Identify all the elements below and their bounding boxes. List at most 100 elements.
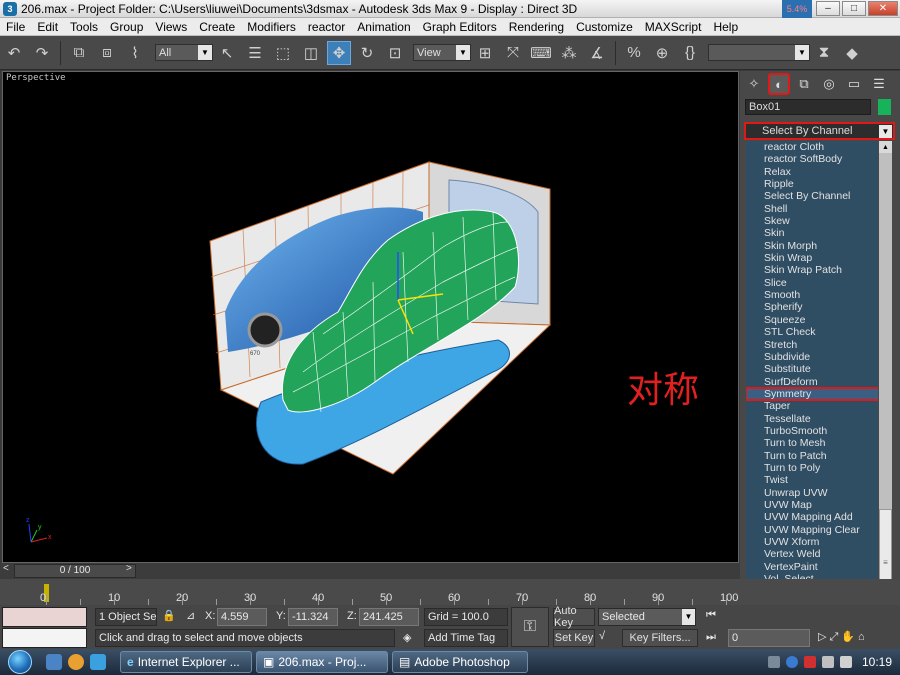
redo-icon[interactable]: ↷	[30, 41, 54, 65]
modifier-item[interactable]: Substitute	[746, 363, 878, 375]
3dsmax-app-icon[interactable]: 3	[3, 1, 17, 16]
modifier-item[interactable]: Smooth	[746, 289, 878, 301]
modifier-item[interactable]: Shell	[746, 203, 878, 215]
select-and-scale-icon[interactable]: ⊡	[383, 41, 407, 65]
modifier-item[interactable]: Select By Channel	[746, 190, 878, 202]
absolute-mode-icon[interactable]: ⊿	[186, 609, 195, 622]
menu-views[interactable]: Views	[149, 20, 193, 34]
volume-icon[interactable]	[839, 656, 852, 668]
current-frame-field[interactable]: 0	[728, 629, 810, 647]
align-icon[interactable]: ◆	[840, 41, 864, 65]
reference-coordinate-dropdown[interactable]: View ▼	[413, 44, 471, 61]
modifier-item[interactable]: Slice	[746, 277, 878, 289]
pivot-center-icon[interactable]: ⊞	[473, 41, 497, 65]
keyboard-icon[interactable]	[767, 656, 780, 668]
create-tab-icon[interactable]: ✧	[743, 73, 765, 95]
modifier-item[interactable]: Subdivide	[746, 351, 878, 363]
set-keys-icon[interactable]: √	[599, 630, 605, 642]
modifier-item[interactable]: reactor Cloth	[746, 141, 878, 153]
modify-tab-icon[interactable]: ◐	[768, 73, 790, 95]
manipulate-icon[interactable]: ⤧	[501, 41, 525, 65]
y-coordinate-field[interactable]: -11.324	[288, 608, 338, 626]
goto-start-icon[interactable]: ⏮	[706, 609, 716, 622]
modifier-list-scrollbar[interactable]: ▲ ≡ ▼	[879, 141, 892, 627]
select-and-rotate-icon[interactable]: ↻	[355, 41, 379, 65]
select-object-icon[interactable]: ↖	[215, 41, 239, 65]
z-coordinate-field[interactable]: 241.425	[359, 608, 419, 626]
modifier-item[interactable]: VertexPaint	[746, 561, 878, 573]
motion-tab-icon[interactable]: ◎	[818, 73, 840, 95]
modifier-item[interactable]: STL Check	[746, 326, 878, 338]
modifier-item[interactable]: Stretch	[746, 339, 878, 351]
menu-edit[interactable]: Edit	[31, 20, 64, 34]
time-slider[interactable]: < 0 / 100 >	[0, 563, 740, 579]
keyboard-shortcut-override-icon[interactable]: ⌨	[529, 41, 553, 65]
modifier-item[interactable]: Tessellate	[746, 413, 878, 425]
modifier-item[interactable]: Turn to Mesh	[746, 437, 878, 449]
key-filters-button[interactable]: Key Filters...	[622, 629, 698, 647]
next-frame-arrow[interactable]: >	[126, 563, 132, 574]
modifier-item[interactable]: Skin	[746, 227, 878, 239]
scroll-up-icon[interactable]: ▲	[879, 141, 892, 153]
menu-animation[interactable]: Animation	[351, 20, 416, 34]
mirror-icon[interactable]: ⧗	[812, 41, 836, 65]
edit-named-selection-icon[interactable]: {}	[678, 41, 702, 65]
help-icon[interactable]	[785, 656, 798, 668]
named-selection-sets-dropdown[interactable]: ▼	[708, 44, 810, 61]
select-and-move-icon[interactable]: ✥	[327, 40, 351, 65]
quicklaunch-app-icon[interactable]	[68, 654, 84, 670]
modifier-item[interactable]: Squeeze	[746, 314, 878, 326]
modifier-item[interactable]: Skin Wrap Patch	[746, 264, 878, 276]
menu-graph-editors[interactable]: Graph Editors	[417, 20, 503, 34]
object-name-field[interactable]: Box01	[745, 99, 871, 115]
auto-key-button[interactable]: Auto Key	[553, 605, 595, 629]
selection-region-icon[interactable]: ⬚	[271, 41, 295, 65]
task-3dsmax[interactable]: ▣ 206.max - Proj...	[256, 651, 388, 673]
modifier-list-dropdown[interactable]: Select By Channel ▼	[744, 122, 895, 140]
maximize-button[interactable]: □	[842, 1, 866, 16]
select-by-name-icon[interactable]: ☰	[243, 41, 267, 65]
lock-icon[interactable]: 🔒	[162, 609, 176, 622]
key-mode-toggle-icon[interactable]: ⏭	[706, 631, 716, 644]
task-internet-explorer[interactable]: e Internet Explorer ...	[120, 651, 252, 673]
time-tag-icon[interactable]: ◈	[403, 631, 411, 644]
display-tab-icon[interactable]: ▭	[843, 73, 865, 95]
task-photoshop[interactable]: ▤ Adobe Photoshop	[392, 651, 528, 673]
modifier-item[interactable]: Twist	[746, 474, 878, 486]
select-and-link-icon[interactable]: ⧉	[67, 41, 91, 65]
viewport-nav-icons[interactable]: ▷⤢✋⌂	[818, 630, 868, 644]
security-icon[interactable]	[803, 656, 816, 668]
modifier-item[interactable]: Skew	[746, 215, 878, 227]
menu-tools[interactable]: Tools	[64, 20, 104, 34]
time-slider-thumb[interactable]: 0 / 100	[14, 564, 136, 578]
prev-frame-arrow[interactable]: <	[3, 563, 9, 574]
modifier-item[interactable]: Spherify	[746, 301, 878, 313]
modifier-item[interactable]: Ripple	[746, 178, 878, 190]
set-key-button[interactable]: Set Key	[553, 629, 595, 647]
menu-help[interactable]: Help	[707, 20, 744, 34]
clock[interactable]: 10:19	[862, 655, 892, 669]
menu-modifiers[interactable]: Modifiers	[241, 20, 302, 34]
modifier-item[interactable]: Skin Morph	[746, 240, 878, 252]
menu-file[interactable]: File	[0, 20, 31, 34]
window-crossing-icon[interactable]: ◫	[299, 41, 323, 65]
perspective-viewport[interactable]: Perspective 670 x y z	[2, 71, 739, 563]
menu-create[interactable]: Create	[193, 20, 241, 34]
menu-reactor[interactable]: reactor	[302, 20, 351, 34]
modifier-item[interactable]: UVW Mapping Clear	[746, 524, 878, 536]
key-selection-dropdown[interactable]: Selected ▼	[598, 608, 696, 626]
bind-space-warp-icon[interactable]: ⌇	[123, 41, 147, 65]
start-button[interactable]	[0, 649, 40, 675]
spinner-snap-icon[interactable]: ⊕	[650, 41, 674, 65]
track-bar[interactable]: 0102030405060708090100	[0, 579, 900, 605]
selection-filter-dropdown[interactable]: All ▼	[155, 44, 213, 61]
menu-customize[interactable]: Customize	[570, 20, 639, 34]
modifier-item[interactable]: UVW Map	[746, 499, 878, 511]
maxscript-listener-mini[interactable]	[2, 607, 87, 627]
menu-maxscript[interactable]: MAXScript	[639, 20, 708, 34]
hierarchy-tab-icon[interactable]: ⧉	[793, 73, 815, 95]
add-time-tag-button[interactable]: Add Time Tag	[424, 629, 508, 647]
modifier-item[interactable]: Relax	[746, 166, 878, 178]
angle-snap-icon[interactable]: ∡	[585, 41, 609, 65]
x-coordinate-field[interactable]: 4.559	[217, 608, 267, 626]
